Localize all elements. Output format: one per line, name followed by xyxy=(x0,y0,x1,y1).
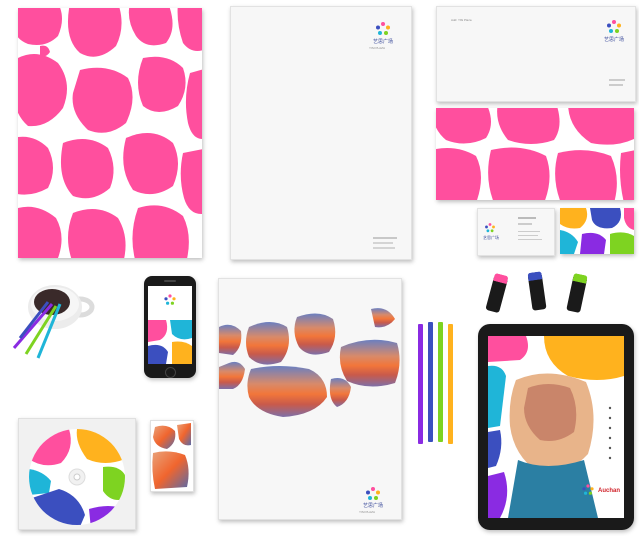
coffee-mug-with-pencils xyxy=(10,282,120,362)
card-line xyxy=(518,223,532,225)
pencil-yellow xyxy=(448,324,453,444)
mug-illustration xyxy=(12,285,95,359)
business-card-front: 艺思广场 xyxy=(477,208,555,256)
pencil-blue xyxy=(428,322,433,442)
footer-line xyxy=(373,237,397,239)
tablet-screen: Auchan xyxy=(488,336,624,518)
envelope-address: Add: YiSi Plaza xyxy=(451,18,472,22)
brand-logo-icon xyxy=(485,223,495,233)
usb-drive-green xyxy=(566,272,588,314)
usb-drives xyxy=(485,262,606,322)
small-card xyxy=(150,420,194,492)
envelope-pink-flap xyxy=(436,108,634,200)
brand-name: 艺思广场 xyxy=(362,503,383,509)
brand-name: 艺思广场 xyxy=(603,37,624,43)
pencil-purple xyxy=(418,324,423,444)
card-line xyxy=(518,235,538,236)
brand-name: 艺思广场 xyxy=(483,235,499,240)
brand-logo-icon xyxy=(366,487,380,500)
brochure-cover: 艺思广场 YISI PLAZA xyxy=(218,278,402,520)
footer-line xyxy=(609,79,625,81)
letterhead: 艺思广场 YISI PLAZA xyxy=(230,6,412,260)
cd-artwork xyxy=(29,429,125,525)
brand-name: 艺思广场 xyxy=(372,39,393,45)
speaker-grille xyxy=(164,280,176,282)
brand-tagline: YISI PLAZA xyxy=(359,510,376,514)
tablet: Auchan xyxy=(478,324,634,530)
pink-cell-pattern xyxy=(436,108,634,200)
pencil-green xyxy=(438,322,443,442)
envelope: Add: YiSi Plaza 艺思广场 xyxy=(436,6,636,102)
phone-screen xyxy=(148,286,192,364)
sunset-cell-pattern xyxy=(219,308,400,417)
brand-logo-icon xyxy=(607,20,621,33)
brand-logo-icon xyxy=(582,484,594,495)
brand-logo-icon xyxy=(376,22,390,35)
brand-tagline: YISI PLAZA xyxy=(369,46,386,50)
color-pattern xyxy=(148,320,192,364)
usb-drive-blue xyxy=(527,271,547,311)
card-line xyxy=(518,231,540,232)
business-card-back xyxy=(560,208,634,254)
sunset-cell-pattern xyxy=(152,423,191,489)
colored-pencils xyxy=(414,318,462,488)
card-line xyxy=(518,217,536,219)
color-cell-pattern xyxy=(560,208,634,254)
home-button xyxy=(165,367,176,378)
card-line xyxy=(518,239,542,240)
tablet-brand-text: Auchan xyxy=(598,488,621,494)
pink-cell-pattern xyxy=(18,8,202,258)
footer-line xyxy=(373,247,395,249)
footer-line xyxy=(373,242,393,244)
cd-disc xyxy=(18,418,136,530)
smartphone xyxy=(144,276,196,378)
usb-drive-pink xyxy=(485,272,509,314)
folder-pink-pattern xyxy=(18,8,202,258)
footer-line xyxy=(609,84,623,86)
brand-logo-icon xyxy=(164,294,176,305)
